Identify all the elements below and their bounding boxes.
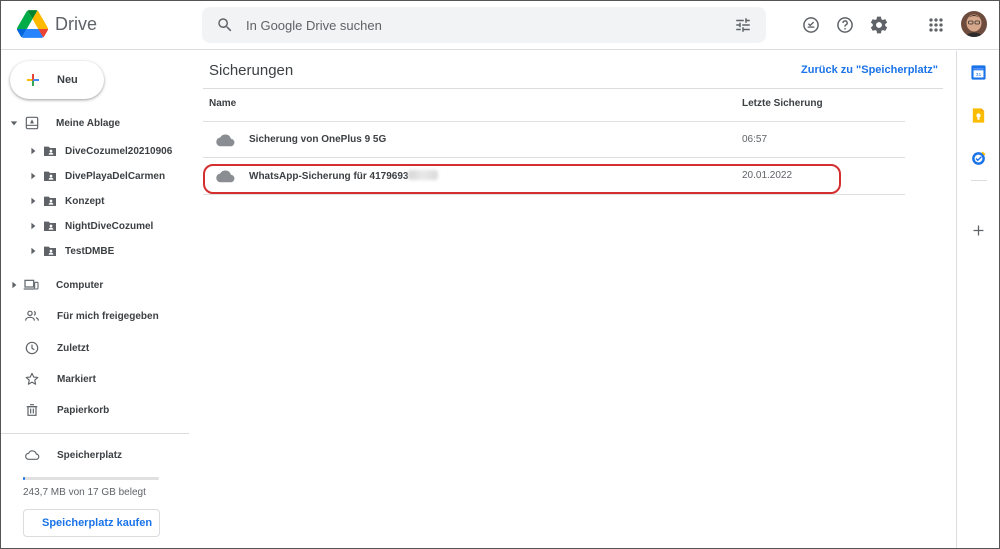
star-icon [25, 372, 39, 385]
caret-right-icon[interactable] [29, 147, 37, 155]
backup-name-text: WhatsApp-Sicherung für 4179693 [249, 171, 409, 182]
sidebar-item-label: Markiert [57, 373, 96, 385]
new-button-label: Neu [57, 74, 78, 86]
folder-item[interactable]: Konzept [1, 189, 190, 213]
shared-folder-icon [44, 171, 56, 181]
sidebar-item-label: Computer [56, 279, 104, 291]
storage-usage-text: 243,7 MB von 17 GB belegt [23, 487, 146, 498]
clock-icon [25, 341, 39, 355]
drive-window: Drive Neu [0, 0, 1000, 549]
sidebar-item-recent[interactable]: Zuletzt [1, 336, 190, 360]
cloud-icon [216, 170, 235, 183]
backup-name: Sicherung von OnePlus 9 5G [249, 134, 387, 145]
folder-label: TestDMBE [65, 245, 115, 257]
search-icon[interactable] [216, 16, 234, 34]
sidebar-item-shared[interactable]: Für mich freigegeben [1, 304, 190, 328]
sidebar-item-label: Zuletzt [57, 342, 90, 354]
apps-grid-icon[interactable] [926, 15, 946, 35]
tasks-icon[interactable] [970, 150, 987, 167]
column-header-name[interactable]: Name [209, 98, 236, 109]
caret-right-icon[interactable] [29, 172, 37, 180]
search-options-icon[interactable] [734, 16, 752, 34]
folder-label: DiveCozumel20210906 [65, 145, 173, 157]
caret-down-icon[interactable] [10, 119, 18, 127]
caret-right-icon[interactable] [29, 197, 37, 205]
settings-icon[interactable] [869, 15, 889, 35]
sidebar-item-computer[interactable]: Computer [1, 273, 190, 297]
keep-icon[interactable] [970, 107, 987, 124]
shared-folder-icon [44, 246, 56, 256]
cloud-icon [216, 134, 235, 147]
backup-row[interactable]: WhatsApp-Sicherung für 4179693 20.01.202… [203, 158, 905, 195]
back-to-storage-link[interactable]: Zurück zu "Speicherplatz" [801, 64, 938, 76]
trash-icon [26, 404, 38, 416]
backup-date: 06:57 [742, 134, 768, 145]
shared-folder-icon [44, 221, 56, 231]
help-icon[interactable] [835, 15, 855, 35]
title-divider [203, 88, 943, 89]
top-bar: Drive [1, 1, 999, 50]
sidebar-item-label: Für mich freigegeben [57, 310, 159, 322]
calendar-icon[interactable]: 31 [970, 64, 987, 81]
app-name: Drive [55, 14, 98, 34]
search-bar[interactable] [202, 7, 766, 43]
cloud-outline-icon [25, 450, 40, 460]
folder-item[interactable]: DiveCozumel20210906 [1, 139, 190, 163]
search-input[interactable] [246, 15, 706, 35]
storage-usage-fill [23, 477, 25, 480]
sidebar-item-storage[interactable]: Speicherplatz [1, 443, 190, 467]
sidebar-item-my-drive[interactable]: Meine Ablage [1, 111, 190, 135]
avatar[interactable] [961, 11, 987, 37]
avatar-photo-icon [961, 11, 987, 37]
sidebar-item-label: Speicherplatz [57, 449, 123, 461]
drive-logo-icon[interactable] [17, 10, 48, 38]
offline-check-icon[interactable] [801, 15, 821, 35]
folder-label: NightDiveCozumel [65, 220, 154, 232]
svg-text:31: 31 [976, 72, 982, 78]
folder-label: Konzept [65, 195, 105, 207]
caret-right-icon[interactable] [10, 281, 18, 289]
main-content: Sicherungen Zurück zu "Speicherplatz" Na… [191, 51, 956, 548]
sidebar-divider [1, 433, 189, 434]
plus-icon [27, 74, 39, 86]
side-panel-rail: 31 [956, 51, 999, 548]
shared-icon [25, 310, 39, 321]
shared-folder-icon [44, 146, 56, 156]
folder-label: DivePlayaDelCarmen [65, 170, 166, 182]
backup-name: WhatsApp-Sicherung für 4179693 [249, 170, 439, 182]
folder-item[interactable]: TestDMBE [1, 239, 190, 263]
backup-row[interactable]: Sicherung von OnePlus 9 5G 06:57 [203, 121, 905, 158]
storage-usage-bar [23, 477, 159, 480]
folder-item[interactable]: DivePlayaDelCarmen [1, 164, 190, 188]
shared-folder-icon [44, 196, 56, 206]
caret-right-icon[interactable] [29, 222, 37, 230]
computer-icon [23, 279, 39, 290]
sidebar-item-label: Papierkorb [57, 404, 110, 416]
new-button[interactable]: Neu [10, 61, 104, 99]
folder-item[interactable]: NightDiveCozumel [1, 214, 190, 238]
sidebar-item-label: Meine Ablage [56, 117, 121, 129]
sidebar-item-starred[interactable]: Markiert [1, 367, 190, 391]
backup-date: 20.01.2022 [742, 170, 793, 181]
caret-right-icon[interactable] [29, 247, 37, 255]
column-header-last-backup[interactable]: Letzte Sicherung [742, 98, 823, 109]
redacted-number [408, 170, 439, 180]
page-title: Sicherungen [209, 62, 294, 79]
add-icon[interactable] [970, 222, 987, 239]
sidebar-item-trash[interactable]: Papierkorb [1, 398, 190, 422]
my-drive-icon [25, 116, 39, 130]
sidebar: Neu Meine Ablage DiveCozumel20210906 Div… [1, 51, 190, 548]
rail-divider [971, 180, 987, 181]
buy-storage-button[interactable]: Speicherplatz kaufen [23, 509, 160, 537]
